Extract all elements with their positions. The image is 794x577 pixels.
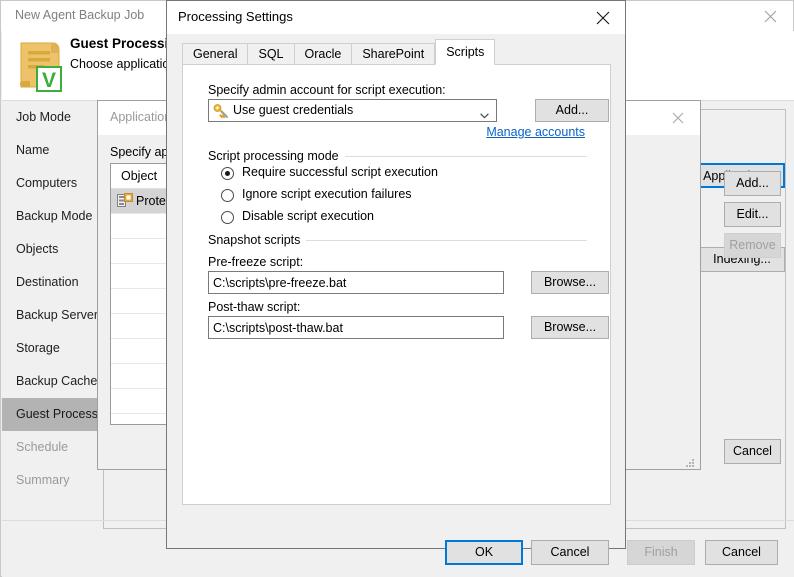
sidebar-item-name[interactable]: Name — [2, 134, 97, 167]
pre-freeze-browse-button[interactable]: Browse... — [531, 271, 609, 294]
pre-freeze-label: Pre-freeze script: — [208, 255, 303, 269]
close-icon[interactable] — [582, 1, 624, 34]
tabstrip: General SQL Oracle SharePoint Scripts — [182, 43, 495, 65]
radio-label: Require successful script execution — [242, 165, 438, 179]
sidebar-item-destination[interactable]: Destination — [2, 266, 97, 299]
add-object-button[interactable]: Add... — [724, 171, 781, 196]
key-credential-icon — [213, 103, 230, 119]
radio-icon — [221, 189, 234, 202]
sidebar-item-objects[interactable]: Objects — [2, 233, 97, 266]
sidebar-item-backup-cache[interactable]: Backup Cache — [2, 365, 97, 398]
post-thaw-script-input[interactable] — [208, 316, 504, 339]
tab-scripts[interactable]: Scripts — [435, 39, 495, 65]
wizard-cancel-button[interactable]: Cancel — [705, 540, 778, 565]
script-processing-mode-group-label: Script processing mode — [208, 149, 345, 163]
scripts-tab-page: Specify admin account for script executi… — [182, 64, 611, 505]
radio-ignore-script-execution-failures[interactable]: Ignore script execution failures — [221, 187, 412, 201]
tab-sql[interactable]: SQL — [247, 43, 293, 65]
pre-freeze-script-input[interactable] — [208, 271, 504, 294]
manage-accounts-link[interactable]: Manage accounts — [486, 125, 585, 139]
finish-button[interactable]: Finish — [627, 540, 695, 565]
edit-object-button[interactable]: Edit... — [724, 202, 781, 227]
credential-value: Use guest credentials — [233, 103, 353, 117]
sidebar-item-schedule[interactable]: Schedule — [2, 431, 97, 464]
sidebar-item-summary[interactable]: Summary — [2, 464, 97, 497]
page-subtitle: Choose applicatio — [70, 57, 169, 71]
processing-settings-dialog: Processing Settings General SQL Oracle S… — [166, 0, 626, 549]
remove-object-button: Remove — [724, 233, 781, 258]
radio-icon-checked — [221, 167, 234, 180]
tab-sharepoint[interactable]: SharePoint — [351, 43, 435, 65]
radio-icon — [221, 211, 234, 224]
processing-settings-titlebar: Processing Settings — [167, 1, 625, 34]
sidebar-item-backup-mode[interactable]: Backup Mode — [2, 200, 97, 233]
chevron-down-icon[interactable] — [480, 108, 489, 114]
close-icon[interactable] — [658, 101, 698, 135]
sidebar-item-backup-server[interactable]: Backup Server — [2, 299, 97, 332]
add-credential-button[interactable]: Add... — [535, 99, 609, 122]
ok-button[interactable]: OK — [445, 540, 523, 565]
admin-account-label: Specify admin account for script executi… — [208, 83, 446, 97]
svg-text:V: V — [42, 69, 56, 92]
tab-oracle[interactable]: Oracle — [294, 43, 352, 65]
close-icon[interactable] — [747, 1, 793, 31]
tab-general[interactable]: General — [182, 43, 247, 65]
sidebar-item-job-mode[interactable]: Job Mode — [2, 101, 97, 134]
post-thaw-browse-button[interactable]: Browse... — [531, 316, 609, 339]
server-application-icon — [117, 192, 133, 207]
radio-disable-script-execution[interactable]: Disable script execution — [221, 209, 374, 223]
snapshot-scripts-group-label: Snapshot scripts — [208, 233, 306, 247]
sidebar-item-storage[interactable]: Storage — [2, 332, 97, 365]
wizard-sidebar: Job Mode Name Computers Backup Mode Obje… — [2, 101, 97, 577]
wizard-title: New Agent Backup Job — [15, 8, 144, 22]
cancel-button[interactable]: Cancel — [531, 540, 609, 565]
radio-require-successful-script-execution[interactable]: Require successful script execution — [221, 165, 438, 179]
dialog-title: Processing Settings — [178, 9, 293, 24]
sidebar-item-guest-processing[interactable]: Guest Processing — [2, 398, 111, 431]
resize-grip-icon[interactable] — [686, 456, 696, 466]
app-dialog-cancel-button[interactable]: Cancel — [724, 439, 781, 464]
radio-label: Ignore script execution failures — [242, 187, 412, 201]
radio-label: Disable script execution — [242, 209, 374, 223]
sidebar-item-computers[interactable]: Computers — [2, 167, 97, 200]
post-thaw-label: Post-thaw script: — [208, 300, 300, 314]
veeam-document-icon: V — [15, 37, 69, 93]
credential-select[interactable]: Use guest credentials — [208, 99, 497, 122]
